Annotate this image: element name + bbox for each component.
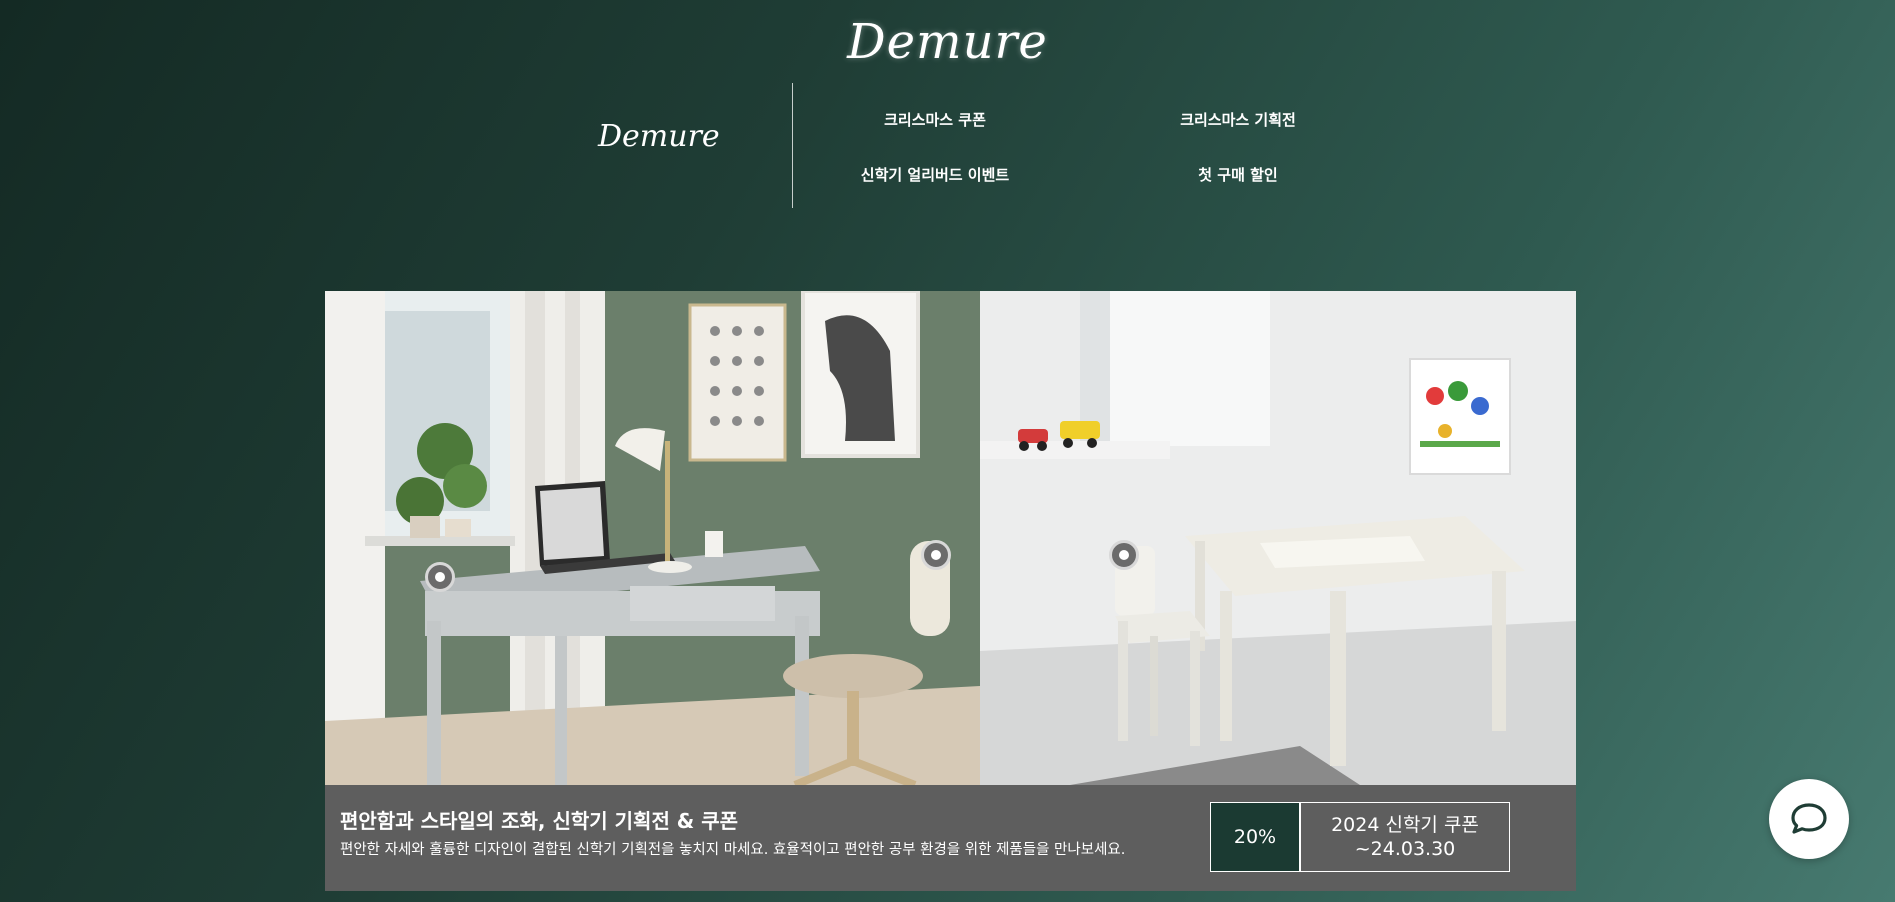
desk-room-photo [325, 291, 980, 785]
kids-room-photo [980, 291, 1576, 785]
coupon-download-button[interactable]: 2024 신학기 쿠폰 ~24.03.30 [1300, 802, 1510, 872]
desk-room-illustration [325, 291, 980, 785]
menu-item-early-bird-event[interactable]: 신학기 얼리버드 이벤트 [815, 164, 1055, 185]
promo-banner: 편안함과 스타일의 조화, 신학기 기획전 & 쿠폰 편안한 자세와 훌륭한 디… [325, 291, 1576, 891]
menu-item-christmas-coupon[interactable]: 크리스마스 쿠폰 [815, 109, 1055, 130]
chat-bubble-icon [1791, 803, 1827, 834]
menu-item-christmas-exhibition[interactable]: 크리스마스 기획전 [1118, 109, 1358, 130]
promo-title: 편안함과 스타일의 조화, 신학기 기획전 & 쿠폰 [340, 809, 739, 833]
chat-button[interactable] [1769, 779, 1849, 859]
menu-logo: Demure [598, 119, 720, 154]
product-hotspot-chair[interactable] [921, 540, 951, 570]
event-menu: Demure 크리스마스 쿠폰 크리스마스 기획전 신학기 얼리버드 이벤트 첫… [560, 83, 1340, 208]
coupon-name: 2024 신학기 쿠폰 [1331, 814, 1479, 836]
product-hotspot-kids-chair[interactable] [1109, 540, 1139, 570]
coupon-discount-badge[interactable]: 20% [1210, 802, 1300, 872]
promo-description: 편안한 자세와 훌륭한 디자인이 결합된 신학기 기획전을 놓치지 마세요. 효… [340, 842, 1126, 858]
promo-info-bar: 편안함과 스타일의 조화, 신학기 기획전 & 쿠폰 편안한 자세와 훌륭한 디… [325, 785, 1576, 891]
site-logo[interactable]: Demure [0, 14, 1895, 70]
product-hotspot-desk[interactable] [425, 562, 455, 592]
menu-item-first-purchase-discount[interactable]: 첫 구매 할인 [1118, 164, 1358, 185]
kids-room-illustration [980, 291, 1576, 785]
menu-divider [792, 83, 793, 208]
coupon-expiry: ~24.03.30 [1354, 838, 1456, 860]
